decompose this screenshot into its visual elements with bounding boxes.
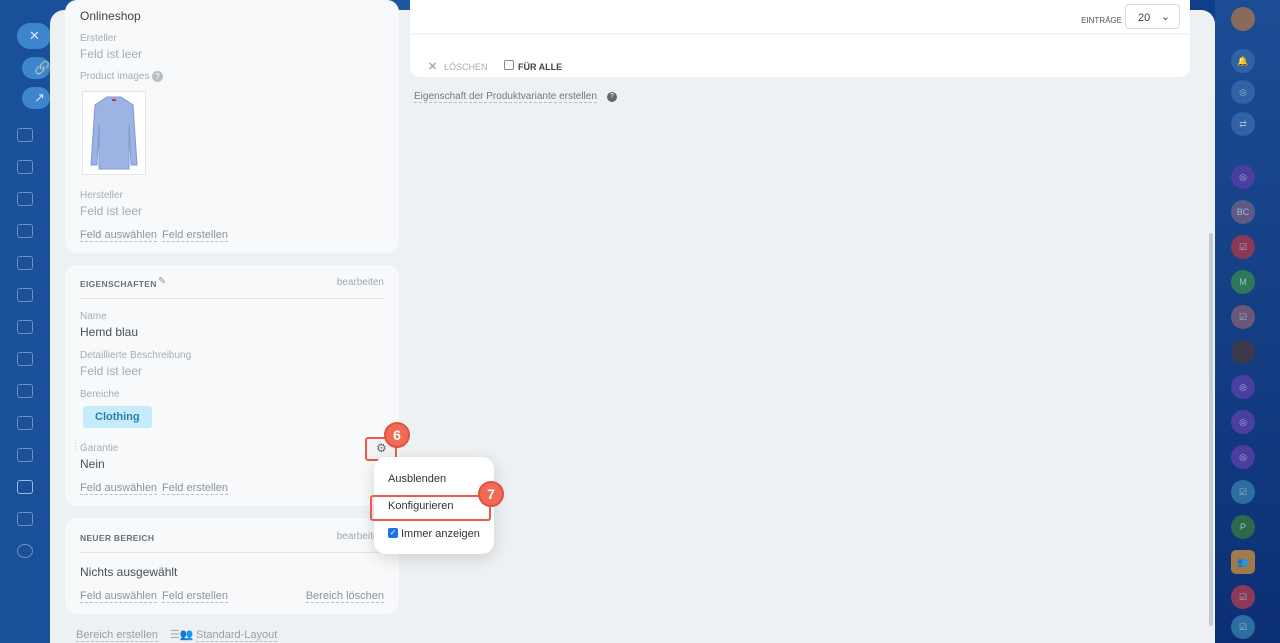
manufacturer-value: Feld ist leer xyxy=(80,204,143,218)
menu-item-always-show: Immer anzeigen xyxy=(401,528,480,540)
select-field-link[interactable]: Feld auswählen xyxy=(80,482,158,495)
warranty-value: Nein xyxy=(80,457,105,471)
variants-panel: EINTRÄGE 20 ⌄ ✕ LÖSCHEN FÜR ALLE xyxy=(410,0,1190,77)
create-section-link[interactable]: Bereich erstellen xyxy=(76,629,158,642)
close-button[interactable]: ✕ xyxy=(17,23,51,49)
chat-avatar[interactable]: P xyxy=(1231,515,1255,539)
configure-highlight xyxy=(370,495,491,521)
select-field-link[interactable]: Feld auswählen xyxy=(80,229,158,242)
task-icon[interactable]: ☑ xyxy=(1231,480,1255,504)
divider xyxy=(80,298,384,299)
chat-avatar[interactable]: ◎ xyxy=(1231,375,1255,399)
external-link-icon: ↗ xyxy=(34,90,45,105)
product-card: Onlineshop Ersteller Feld ist leer Produ… xyxy=(65,0,399,253)
documents-icon[interactable] xyxy=(17,160,33,174)
help-icon[interactable] xyxy=(17,544,33,558)
divider xyxy=(80,552,384,553)
step-badge-7: 7 xyxy=(478,481,504,507)
for-all-label: FÜR ALLE xyxy=(518,62,563,72)
section-title: EIGENSCHAFTEN xyxy=(80,279,157,289)
open-new-window-button[interactable]: ↗ xyxy=(22,87,50,109)
calendar-icon[interactable] xyxy=(17,192,33,206)
user-avatar[interactable] xyxy=(1231,7,1255,31)
right-sidebar: 🔔 ◎ ⇄ ◎ BC ☑ M ☑ ◎ ◎ ◎ ☑ P 👥 ☑ ☑ xyxy=(1215,0,1280,643)
chat-avatar[interactable]: M xyxy=(1231,270,1255,294)
drive-icon[interactable] xyxy=(17,224,33,238)
chat-avatar[interactable]: ◎ xyxy=(1231,165,1255,189)
menu-item-hide[interactable]: Ausblenden xyxy=(388,473,446,485)
manufacturer-label: Hersteller xyxy=(80,190,123,201)
select-field-link[interactable]: Feld auswählen xyxy=(80,590,158,603)
task-icon[interactable]: ☑ xyxy=(1231,585,1255,609)
tasks-icon[interactable] xyxy=(17,288,33,302)
contacts-icon[interactable] xyxy=(17,128,33,142)
divider xyxy=(410,33,1190,35)
sections-label: Bereiche xyxy=(80,389,120,400)
user-avatar[interactable] xyxy=(1231,340,1255,364)
task-icon[interactable]: ☑ xyxy=(1231,305,1255,329)
step-badge-6: 6 xyxy=(384,422,410,448)
file-icon[interactable] xyxy=(17,512,33,526)
for-all-checkbox[interactable] xyxy=(504,60,514,70)
create-field-link[interactable]: Feld erstellen xyxy=(162,590,229,603)
description-label: Detaillierte Beschreibung xyxy=(80,350,192,361)
chat-avatar[interactable]: ◎ xyxy=(1231,410,1255,434)
create-field-link[interactable]: Feld erstellen xyxy=(162,482,229,495)
copy-link-button[interactable]: 🔗 xyxy=(22,57,50,79)
store-icon[interactable] xyxy=(17,416,33,430)
section-title: NEUER BEREICH xyxy=(80,533,155,543)
edit-link[interactable]: bearbeiten xyxy=(337,277,384,288)
scrollbar[interactable] xyxy=(1209,233,1213,626)
chat-icon[interactable]: ⇄ xyxy=(1231,112,1255,136)
layout-icon: ☰👥 xyxy=(170,629,194,641)
chat-avatar[interactable]: ◎ xyxy=(1231,445,1255,469)
pencil-icon[interactable]: ✎ xyxy=(158,276,166,287)
help-icon[interactable]: ? xyxy=(607,92,617,102)
shirt-image xyxy=(90,96,138,170)
copilot-icon[interactable]: ◎ xyxy=(1231,80,1255,104)
link-icon: 🔗 xyxy=(34,60,51,75)
monitor-icon[interactable] xyxy=(17,256,33,270)
properties-card: EIGENSCHAFTEN ✎ bearbeiten Name Hemd bla… xyxy=(65,265,399,506)
cart-icon[interactable] xyxy=(17,480,33,494)
chat-icon[interactable] xyxy=(17,352,33,366)
close-icon: ✕ xyxy=(29,28,40,43)
section-tag: Clothing xyxy=(83,406,152,428)
task-icon[interactable]: ☑ xyxy=(1231,615,1255,639)
chat-avatar[interactable]: BC xyxy=(1231,200,1255,224)
store-name: Onlineshop xyxy=(80,9,141,23)
entries-value: 20 xyxy=(1138,12,1151,24)
images-label: Product images xyxy=(80,71,150,82)
mail-icon[interactable] xyxy=(17,320,33,334)
create-variant-property-link[interactable]: Eigenschaft der Produktvariante erstelle… xyxy=(414,91,597,103)
name-value: Hemd blau xyxy=(80,325,139,339)
create-field-link[interactable]: Feld erstellen xyxy=(162,229,229,242)
sign-icon[interactable] xyxy=(17,384,33,398)
description-value: Feld ist leer xyxy=(80,364,143,378)
filter-icon[interactable] xyxy=(17,448,33,462)
left-sidebar: ✕ 🔗 ↗ xyxy=(0,0,51,643)
delete-button[interactable]: LÖSCHEN xyxy=(444,62,488,72)
delete-icon[interactable]: ✕ xyxy=(428,60,437,73)
standard-layout-link[interactable]: Standard-Layout xyxy=(196,629,278,642)
group-icon[interactable]: 👥 xyxy=(1231,550,1255,574)
chevron-down-icon: ⌄ xyxy=(1160,11,1170,23)
product-editor: Onlineshop Ersteller Feld ist leer Produ… xyxy=(50,0,1215,643)
creator-value: Feld ist leer xyxy=(80,47,143,61)
creator-label: Ersteller xyxy=(80,33,117,44)
entries-label: EINTRÄGE xyxy=(1081,16,1122,25)
product-image[interactable] xyxy=(82,91,146,175)
always-show-checkbox[interactable]: ✓ xyxy=(388,528,398,538)
name-label: Name xyxy=(80,311,107,322)
task-icon[interactable]: ☑ xyxy=(1231,235,1255,259)
warranty-label: Garantie xyxy=(80,443,119,454)
entries-select[interactable]: 20 ⌄ xyxy=(1125,4,1180,29)
section-value: Nichts ausgewählt xyxy=(80,565,178,579)
new-section-card: NEUER BEREICH bearbeiten Nichts ausgewäh… xyxy=(65,518,399,614)
delete-section-link[interactable]: Bereich löschen xyxy=(305,590,384,603)
gear-icon: ⚙ xyxy=(376,441,387,455)
bell-icon[interactable]: 🔔 xyxy=(1231,49,1255,73)
help-icon[interactable]: ? xyxy=(152,71,163,82)
